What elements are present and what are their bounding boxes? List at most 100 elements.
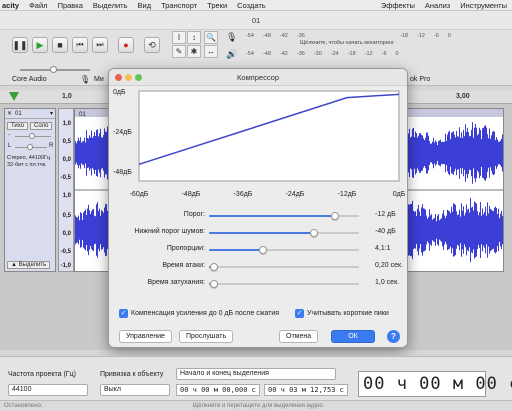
chevron-down-icon[interactable]: ▾: [50, 110, 53, 117]
record-meter-scale-right[interactable]: -18 -12 -6 0: [400, 33, 451, 41]
threshold-label: Порог:: [183, 211, 205, 218]
ratio-slider[interactable]: [209, 246, 359, 254]
scale-label: 1,0: [62, 121, 71, 127]
ratio-knob[interactable]: [259, 246, 267, 254]
track-name[interactable]: 01: [15, 111, 22, 117]
zoom-window-icon[interactable]: [135, 74, 142, 81]
skip-start-button[interactable]: ⏮: [72, 37, 88, 53]
menu-edit[interactable]: Правка: [53, 1, 88, 10]
rec-tick: -42: [279, 33, 288, 39]
compressor-dialog: Компрессор 0дБ -24дБ -48дБ -60дБ -48дБ -36дБ -…: [108, 68, 408, 348]
record-meter-scale[interactable]: -54 -48 -42 -36: [246, 33, 305, 41]
output-device-select[interactable]: ok Pro: [410, 76, 430, 83]
minimize-window-icon[interactable]: [125, 74, 132, 81]
timeshift-tool-icon[interactable]: ↔: [204, 45, 218, 58]
gain-knob[interactable]: [29, 133, 35, 139]
ratio-row: Пропорции: 4,1:1: [117, 243, 401, 257]
release-value: 1,0 сек.: [375, 279, 400, 286]
play-tick: -12: [364, 51, 373, 57]
selection-toolbar: Частота проекта (Гц) 44100 Привязка к об…: [0, 356, 512, 400]
pan-right-label: R: [49, 143, 54, 149]
menu-file[interactable]: Файл: [24, 1, 52, 10]
close-icon[interactable]: ✕: [7, 110, 12, 117]
mic-icon: 🎙: [226, 32, 238, 42]
attack-knob[interactable]: [209, 263, 218, 271]
makeup-gain-checkbox[interactable]: ✓ Компенсация усиления до 0 дБ после сжа…: [119, 309, 279, 318]
app-menu[interactable]: acity: [0, 1, 24, 10]
play-tick: 0: [395, 51, 399, 57]
release-label: Время затухания:: [147, 279, 205, 286]
menu-tracks[interactable]: Треки: [202, 1, 232, 10]
volume-knob[interactable]: [50, 66, 57, 73]
input-device-select[interactable]: Ми: [94, 76, 104, 83]
selection-start-time[interactable]: 00 ч 00 м 00,000 с: [176, 384, 260, 396]
noise-floor-knob[interactable]: [310, 229, 318, 237]
attack-slider[interactable]: [209, 263, 359, 271]
envelope-tool-icon[interactable]: ↕: [187, 31, 201, 44]
clip-name: 01: [79, 112, 86, 118]
ok-button[interactable]: ОК: [331, 330, 375, 343]
manage-button[interactable]: Управление: [119, 330, 172, 343]
status-bar: Остановлено. Щёлкните и перетащите для в…: [0, 400, 512, 411]
pause-button[interactable]: ❚❚: [12, 37, 28, 53]
menu-view[interactable]: Вид: [133, 1, 157, 10]
selection-tool-icon[interactable]: I: [172, 31, 186, 44]
status-state: Остановлено.: [4, 403, 43, 409]
release-knob[interactable]: [209, 280, 218, 288]
peaks-checkbox[interactable]: ✓ Учитывать короткие пики: [295, 309, 389, 318]
mic-icon: 🎙: [80, 75, 91, 84]
attack-row: Время атаки: 0,20 сек.: [117, 260, 403, 274]
threshold-slider[interactable]: [209, 212, 359, 220]
track-header: ✕ 01 ▾: [5, 109, 55, 119]
skip-end-button[interactable]: ⏭: [92, 37, 108, 53]
ratio-fill: [209, 249, 263, 251]
audio-position-display[interactable]: 00 ч 00 м 00 с: [358, 371, 512, 397]
project-rate-select[interactable]: 44100: [8, 384, 88, 396]
zoom-tool-icon[interactable]: 🔍: [204, 31, 218, 44]
record-button[interactable]: ●: [118, 37, 134, 53]
menu-analyze[interactable]: Анализ: [420, 1, 455, 10]
mute-button[interactable]: Тихо: [7, 122, 29, 130]
menu-transport[interactable]: Транспорт: [156, 1, 202, 10]
pan-knob[interactable]: [27, 144, 33, 150]
amplitude-scale: 1,0 0,5 0,0 -0,5 1,0 0,5 0,0 -0,5 -1,0: [58, 108, 74, 272]
dialog-title: Компрессор: [236, 73, 280, 82]
threshold-knob[interactable]: [330, 212, 339, 220]
select-track-button[interactable]: ▲ Выделить: [7, 261, 51, 269]
loop-button[interactable]: ⟲: [144, 37, 160, 53]
scale-label: -0,5: [60, 175, 71, 181]
track-format-info: Стерео, 44100Гц 32-бит с пл.тчк.: [7, 155, 51, 168]
scale-label: -0,5: [60, 249, 71, 255]
skip-end-icon: ⏭: [96, 40, 104, 49]
host-select[interactable]: Core Audio: [12, 76, 47, 83]
rec-tick: -6: [433, 33, 439, 39]
play-meter-scale[interactable]: -54 -48 -42 -36 -30 -24 -18 -12 -6 0: [246, 51, 399, 59]
project-rate-label: Частота проекта (Гц): [8, 371, 76, 378]
play-head-icon[interactable]: [9, 92, 19, 101]
menu-tools[interactable]: Инструменты: [455, 1, 512, 10]
noise-floor-slider[interactable]: [209, 229, 359, 237]
stop-button[interactable]: ■: [52, 37, 68, 53]
help-icon[interactable]: ?: [387, 330, 400, 343]
draw-tool-icon[interactable]: ✎: [172, 45, 186, 58]
preview-button[interactable]: Прослушать: [179, 330, 234, 343]
multi-tool-icon[interactable]: ✱: [187, 45, 201, 58]
checkmark-icon: ✓: [119, 309, 128, 318]
y-tick-label: 0дБ: [113, 89, 126, 96]
menu-generate[interactable]: Создать: [232, 1, 271, 10]
range-mode-select[interactable]: Начало и конец выделения: [176, 368, 336, 380]
close-window-icon[interactable]: [115, 74, 122, 81]
menu-effects[interactable]: Эффекты: [376, 1, 420, 10]
stop-icon: ■: [57, 40, 63, 50]
play-button[interactable]: ▶: [32, 37, 48, 53]
solo-button[interactable]: Соло: [30, 122, 53, 130]
snap-label: Привязка к объекту: [100, 371, 164, 378]
cancel-button[interactable]: Отмена: [279, 330, 319, 343]
rec-tick: -12: [416, 33, 425, 39]
release-slider[interactable]: [209, 280, 359, 288]
compression-curve-graph: 0дБ -24дБ -48дБ -60дБ -48дБ -36дБ -24дБ -12дБ 0д…: [109, 86, 407, 201]
snap-select[interactable]: Выкл: [100, 384, 170, 396]
selection-end-time[interactable]: 00 ч 03 м 12,753 с: [264, 384, 348, 396]
menu-select[interactable]: Выделить: [88, 1, 133, 10]
monitor-hint[interactable]: Щёлкните, чтобы начать мониторинг: [300, 40, 394, 46]
